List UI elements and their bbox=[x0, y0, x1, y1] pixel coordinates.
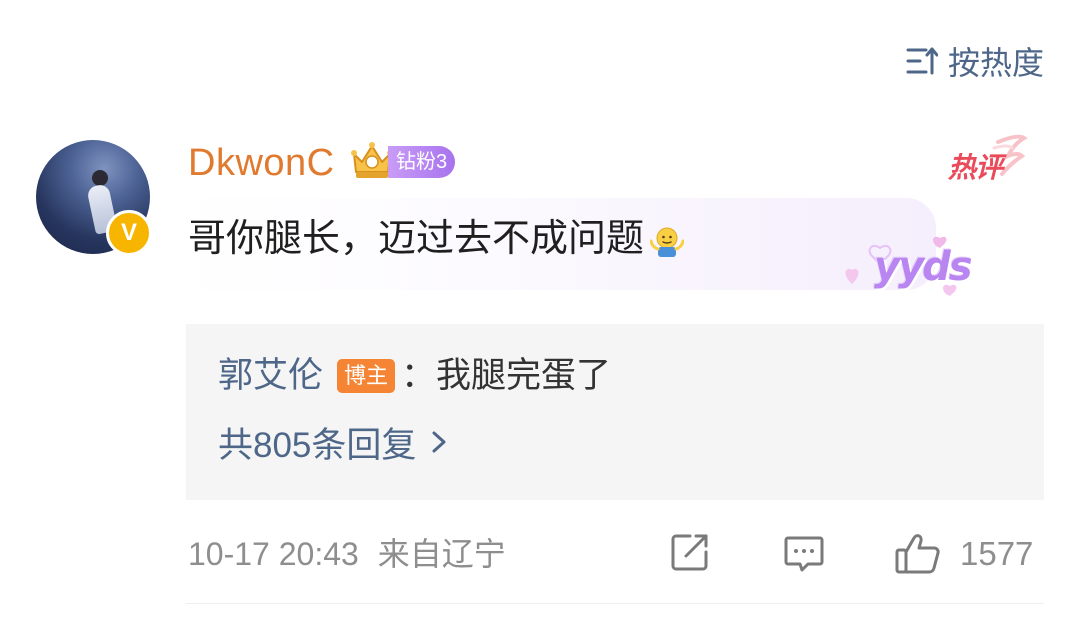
reply-preview-box[interactable] bbox=[186, 324, 1044, 500]
yyds-sticker: yyds bbox=[836, 236, 973, 308]
share-button[interactable] bbox=[668, 530, 712, 579]
like-button[interactable] bbox=[894, 530, 942, 581]
verified-badge-icon: V bbox=[106, 210, 152, 256]
hot-comment-tag: 热评 bbox=[938, 134, 1028, 194]
divider bbox=[186, 603, 1044, 604]
share-icon bbox=[668, 534, 712, 578]
reply-item: 郭艾伦 博主 ： 我腿完蛋了 bbox=[218, 354, 611, 398]
reply-button[interactable] bbox=[782, 530, 826, 579]
fan-level-badge: 钻粉3 bbox=[388, 146, 456, 178]
reply-text: 我腿完蛋了 bbox=[436, 356, 612, 395]
blogger-badge: 博主 bbox=[337, 359, 396, 393]
comment-location: 来自辽宁 bbox=[377, 536, 506, 572]
reply-author-name[interactable]: 郭艾伦 bbox=[218, 354, 323, 398]
sort-label: 按热度 bbox=[947, 45, 1044, 81]
thumbs-up-icon bbox=[894, 534, 942, 580]
comment-body: 哥你腿长，迈过去不成问题 bbox=[188, 214, 685, 264]
sort-icon bbox=[906, 46, 938, 76]
view-all-replies-link[interactable]: 共805条回复 bbox=[218, 424, 448, 468]
comment-meta: 10-17 20:43 来自辽宁 bbox=[188, 532, 506, 576]
sort-by-hot-button[interactable]: 按热度 bbox=[906, 38, 1044, 84]
comment-time: 10-17 20:43 bbox=[188, 536, 359, 572]
reply-separator: ： bbox=[401, 356, 437, 395]
chevron-right-icon bbox=[430, 424, 448, 468]
hot-comment-label: 热评 bbox=[948, 152, 1003, 183]
avatar-figure-head bbox=[92, 170, 108, 186]
reply-count-label: 共805条回复 bbox=[218, 426, 417, 465]
comment-icon bbox=[782, 536, 826, 578]
comment-card: 按热度 V DkwonC 钻粉3 热评 哥你腿长，迈过去不成问题 yyds 郭艾… bbox=[0, 0, 1080, 617]
like-count: 1577 bbox=[960, 535, 1034, 572]
comment-text: 哥你腿长，迈过去不成问题 bbox=[188, 218, 645, 260]
comment-username[interactable]: DkwonC bbox=[188, 140, 335, 186]
shrug-emoji-icon bbox=[649, 222, 685, 257]
yyds-sticker-text: yyds bbox=[874, 244, 973, 290]
